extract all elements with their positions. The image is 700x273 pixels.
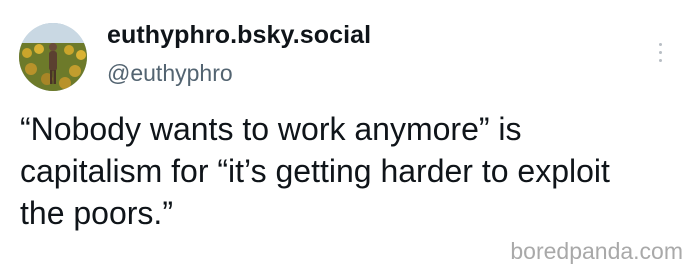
post-text: “Nobody wants to work anymore” is capita…	[20, 111, 610, 231]
avatar[interactable]	[19, 23, 87, 91]
user-handle[interactable]: @euthyphro	[107, 60, 233, 87]
watermark: boredpanda.com	[510, 238, 683, 264]
post-card: euthyphro.bsky.social @euthyphro “Nobody…	[0, 0, 700, 273]
vertical-ellipsis-icon[interactable]	[654, 38, 668, 68]
avatar-photo	[19, 23, 87, 91]
display-name[interactable]: euthyphro.bsky.social	[107, 21, 371, 50]
